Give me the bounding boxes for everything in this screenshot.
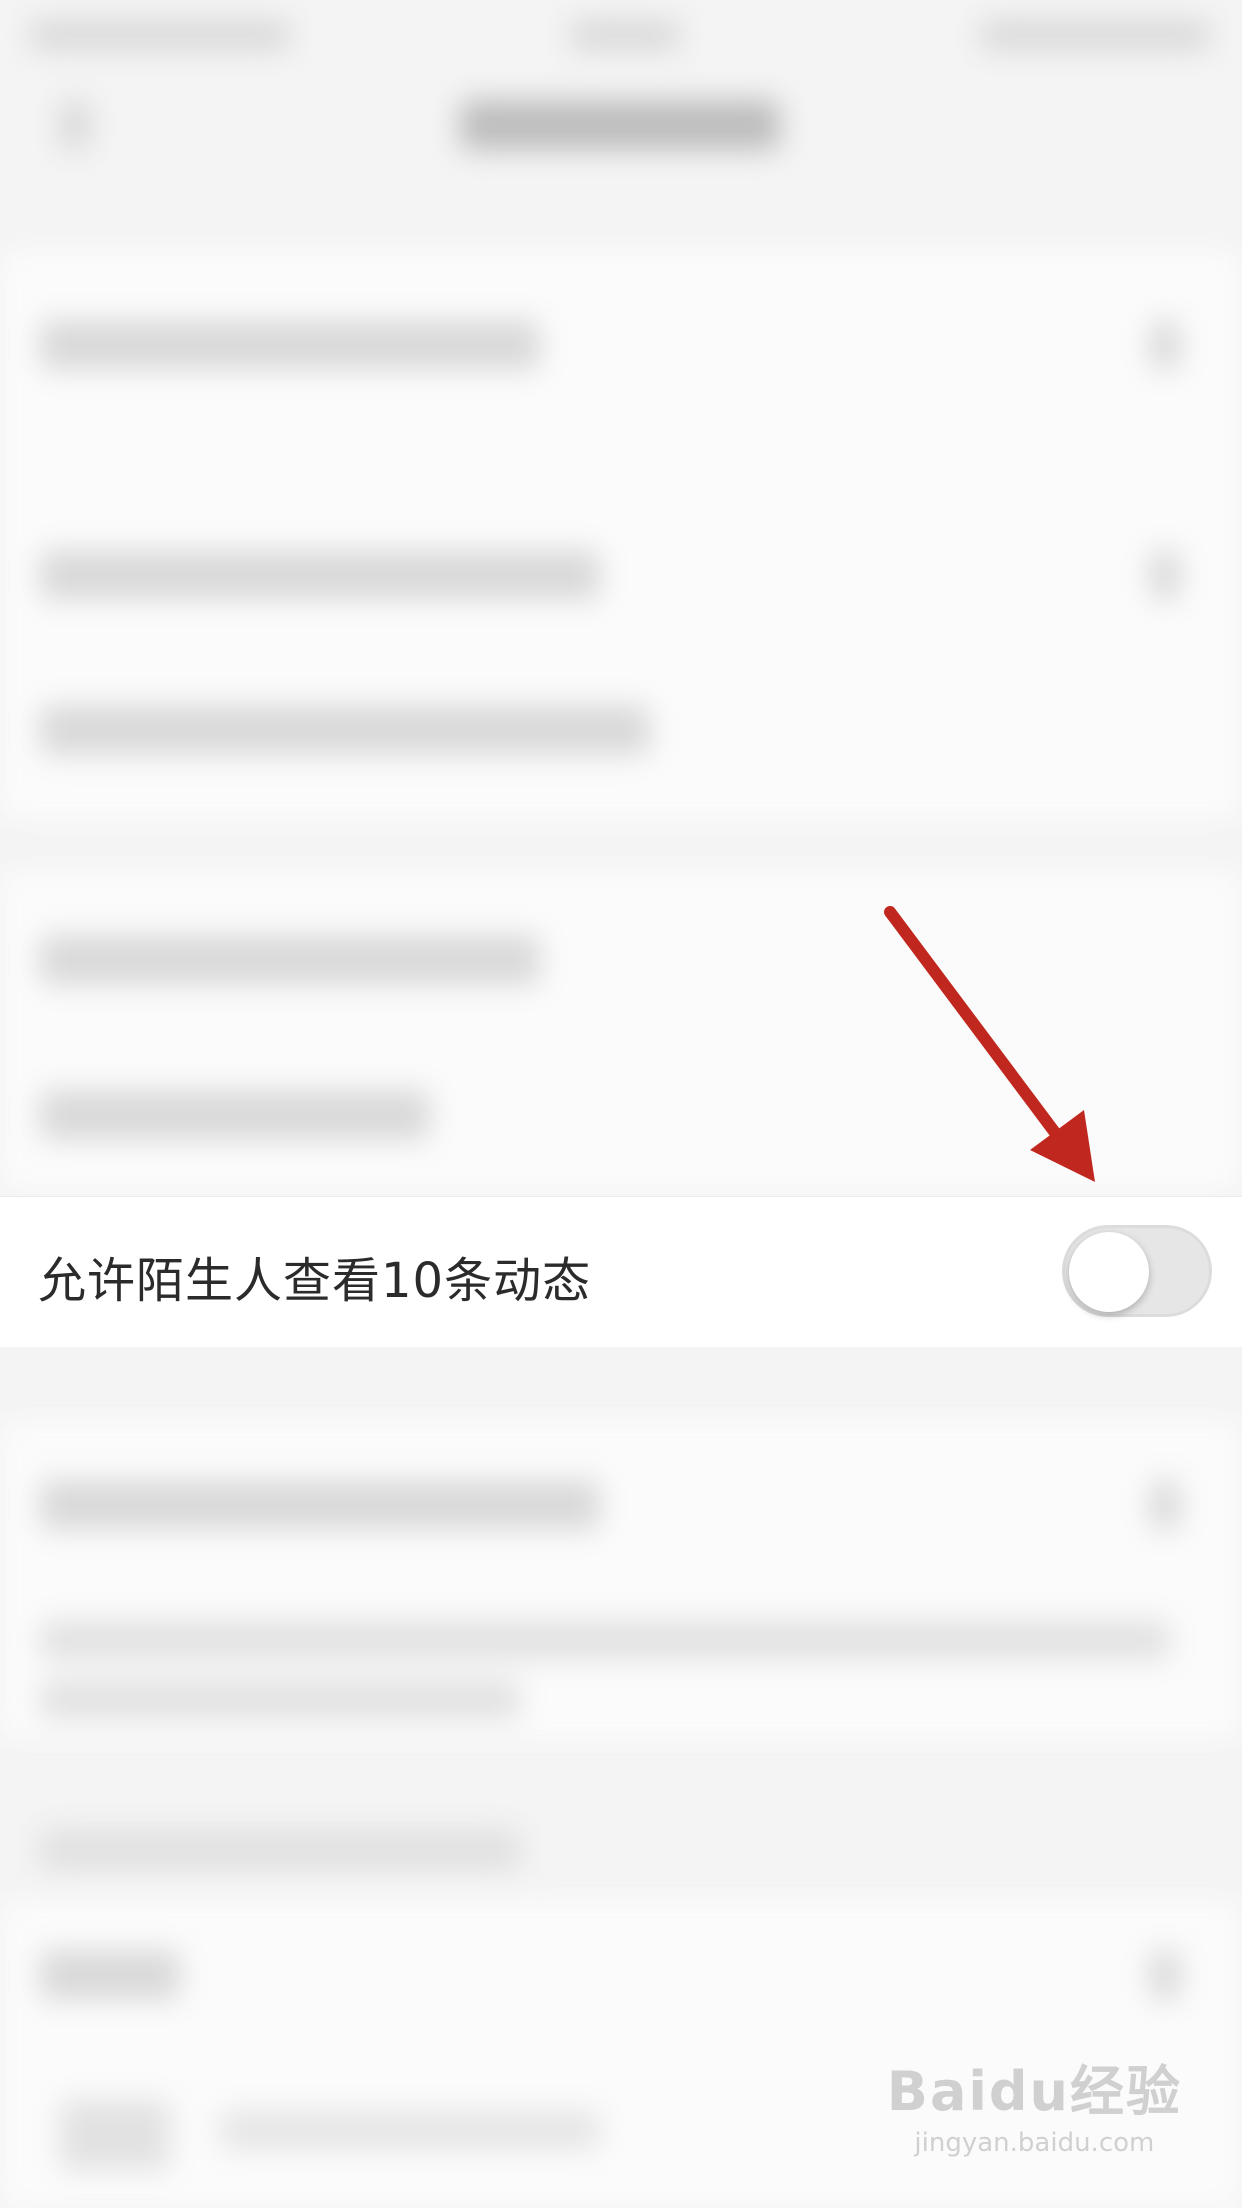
annotation-arrow: [884, 906, 1095, 1182]
watermark-url: jingyan.baidu.com: [914, 2128, 1155, 2158]
baidu-watermark: Baidu经验 jingyan.baidu.com: [887, 2047, 1182, 2158]
watermark-logo: Baidu经验: [886, 2060, 1182, 2123]
